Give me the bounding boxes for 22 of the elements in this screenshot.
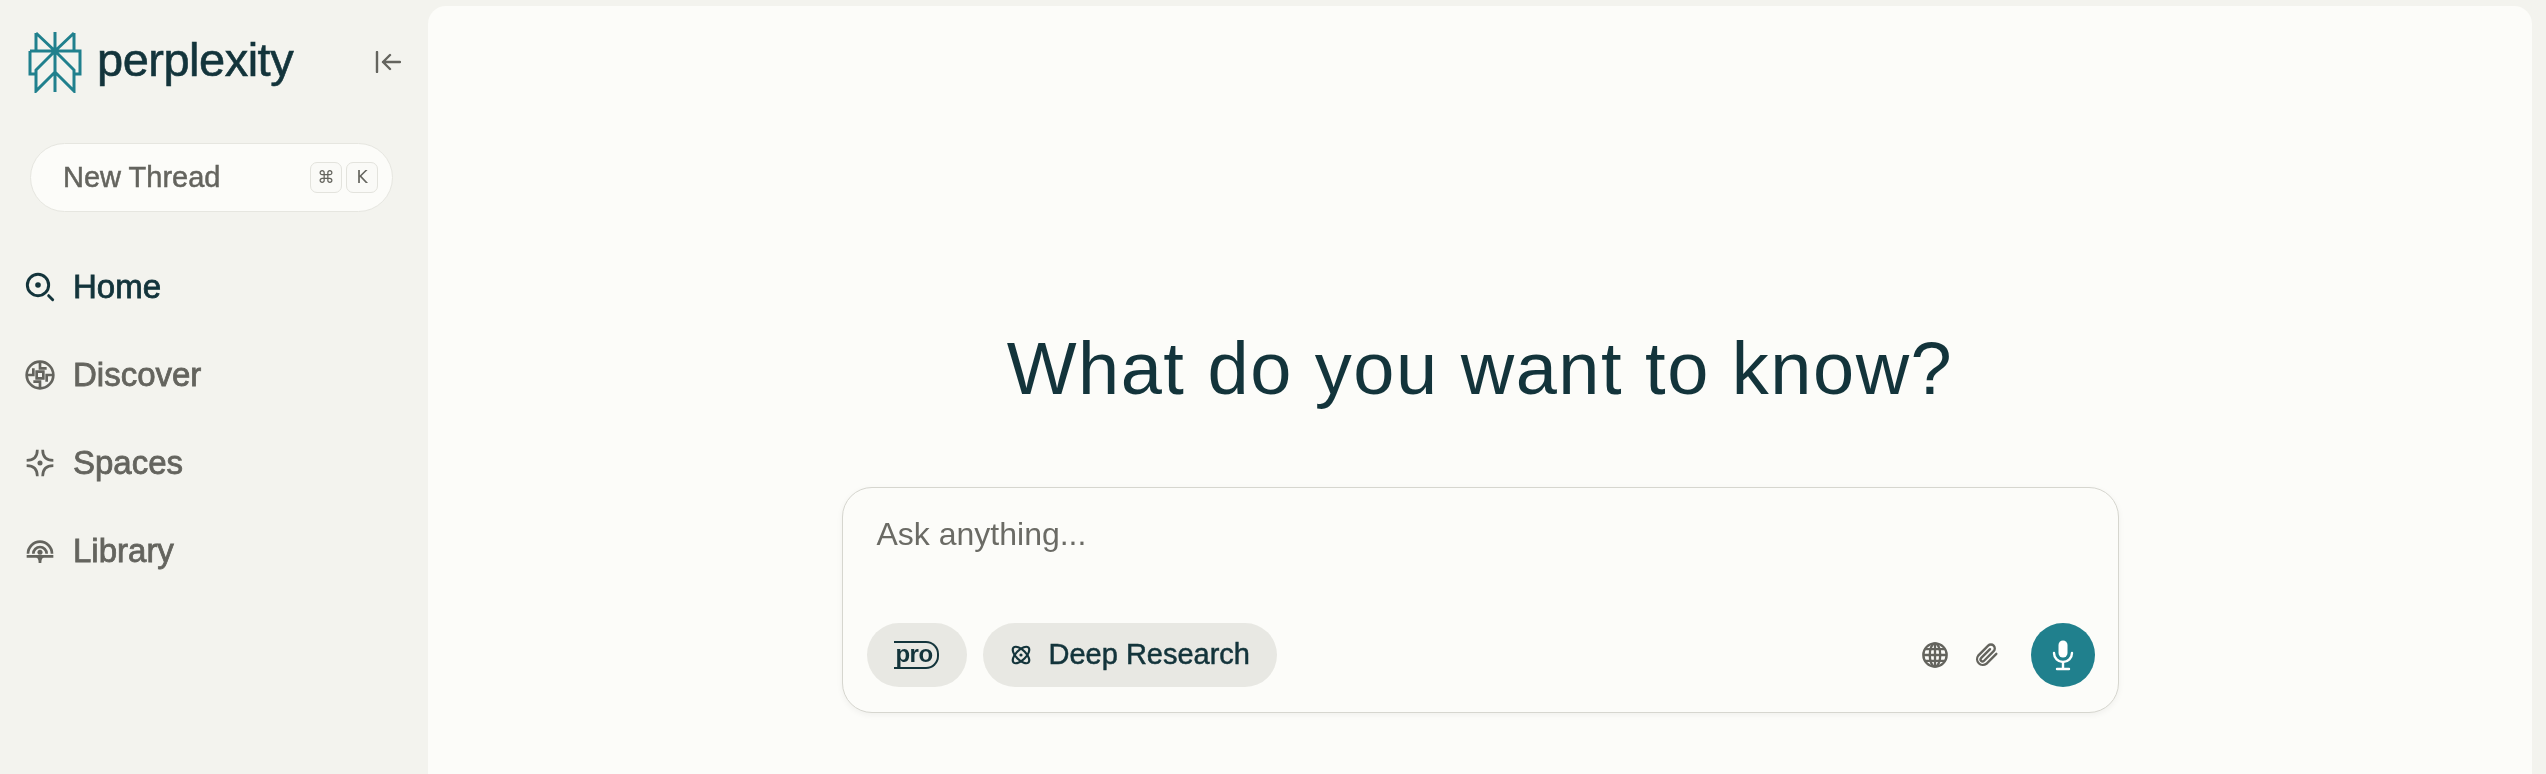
microphone-icon (2050, 639, 2075, 671)
globe-icon (24, 359, 56, 391)
collapse-sidebar-button[interactable] (375, 51, 401, 73)
logo-icon (28, 31, 82, 93)
nav-item[interactable]: Discover (0, 349, 412, 401)
nav-item[interactable]: Spaces (0, 437, 412, 489)
pro-toggle[interactable]: pro (866, 623, 967, 687)
search-icon (24, 271, 56, 303)
deep-research-button[interactable]: Deep Research (982, 623, 1277, 687)
new-thread-label: New Thread (63, 163, 221, 192)
nav-item[interactable]: Library (0, 525, 412, 577)
ask-input[interactable]: Ask anything... (874, 514, 2088, 610)
arrow-to-bar-icon (375, 51, 401, 73)
nav-item[interactable]: Home (0, 261, 412, 313)
composer-card[interactable]: Ask anything... pro Deep Research (841, 487, 2119, 713)
sparkle-icon (24, 447, 56, 479)
new-thread-button[interactable]: New Thread ⌘ K (30, 143, 393, 212)
logo-wordmark: perplexity (97, 35, 294, 88)
globe-icon (1920, 641, 1949, 669)
shortcut-key: ⌘ (310, 162, 342, 193)
page-heading: What do you want to know? (1006, 326, 1954, 412)
shortcut-key: K (346, 162, 378, 193)
